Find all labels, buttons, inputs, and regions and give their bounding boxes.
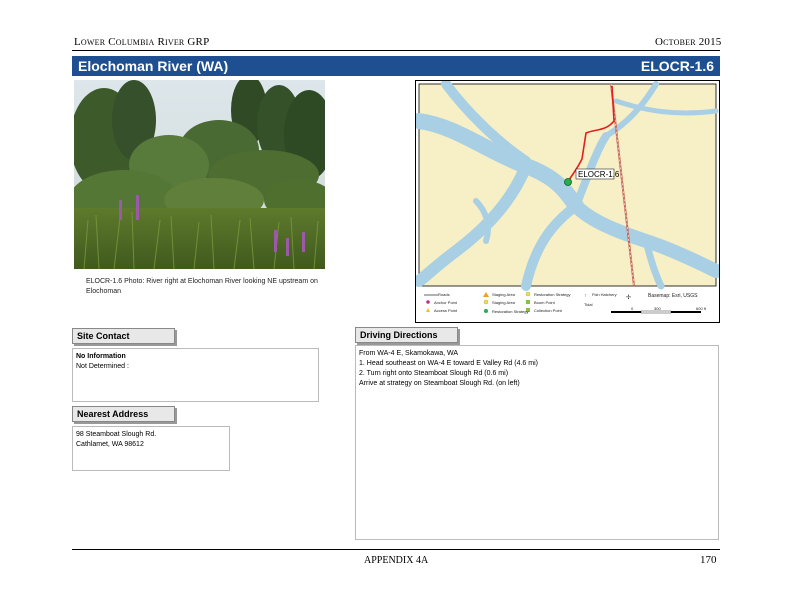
site-photo — [69, 75, 334, 270]
directions-line-1: From WA-4 E, Skamokawa, WA — [359, 350, 459, 357]
svg-text:↑: ↑ — [584, 293, 587, 299]
legend-tidal: Tidal — [584, 302, 593, 307]
site-photo-image — [69, 75, 334, 270]
legend-staging-area: Staging Area — [492, 292, 515, 297]
site-contact-name: No Information — [76, 353, 126, 360]
site-contact-heading: Site Contact — [72, 328, 175, 344]
legend-collection-point: Collection Point — [534, 308, 562, 313]
legend-staging-area-2: Staging Area — [492, 300, 515, 305]
page-number: 170 — [700, 554, 717, 566]
nearest-address-heading: Nearest Address — [72, 406, 175, 422]
document-header-date: October 2015 — [655, 36, 722, 48]
legend-roads: Roads — [438, 292, 450, 297]
map-basemap-credit: Basemap: Esri, USGS — [648, 293, 698, 299]
legend-restoration-strategy: Restoration Strategy — [492, 309, 529, 314]
driving-directions-box: From WA-4 E, Skamokawa, WA 1. Head south… — [355, 345, 719, 540]
site-name: Elochoman River (WA) — [78, 58, 229, 74]
title-bar: Elochoman River (WA) ELOCR-1.6 — [72, 56, 720, 76]
map-point-label: ELOCR-1.6 — [578, 170, 620, 179]
directions-line-2: 1. Head southeast on WA-4 E toward E Val… — [359, 360, 538, 367]
address-street: 98 Steamboat Slough Rd. — [76, 431, 157, 438]
footer-appendix: APPENDIX 4A — [364, 555, 429, 566]
scale-label-0: 0 — [631, 306, 634, 311]
address-city: Cathlamet, WA 98612 — [76, 441, 144, 448]
legend-boom-point: Boom Point — [534, 300, 555, 305]
directions-line-4: Arrive at strategy on Steamboat Slough R… — [359, 380, 520, 387]
site-contact-box: No Information Not Determined : — [72, 348, 319, 402]
svg-text:✢: ✢ — [626, 294, 631, 301]
driving-directions-heading: Driving Directions — [355, 327, 458, 343]
scale-label-2: 600 ft — [696, 306, 707, 311]
legend-access-point: Access Point — [434, 308, 458, 313]
site-map-image: ELOCR-1.6 ↑ ✢ — [411, 79, 723, 314]
site-map: ELOCR-1.6 ↑ ✢ Roads Anchor Point Access … — [411, 79, 723, 323]
directions-line-3: 2. Turn right onto Steamboat Slough Rd (… — [359, 370, 509, 377]
scale-label-1: 300 — [654, 306, 661, 311]
nearest-address-box: 98 Steamboat Slough Rd. Cathlamet, WA 98… — [72, 426, 230, 471]
document-header-title: Lower Columbia River GRP — [74, 36, 210, 48]
legend-anchor-point: Anchor Point — [434, 300, 457, 305]
header-divider — [72, 50, 720, 51]
footer-divider — [72, 549, 720, 550]
legend-fish-hatchery: Fish Hatchery — [592, 292, 617, 297]
site-code: ELOCR-1.6 — [640, 58, 714, 74]
photo-caption: ELOCR-1.6 Photo: River right at Elochoma… — [86, 278, 318, 295]
legend-restoration-strategy-2: Restoration Strategy — [534, 292, 571, 297]
site-contact-phone: Not Determined : — [76, 363, 129, 370]
